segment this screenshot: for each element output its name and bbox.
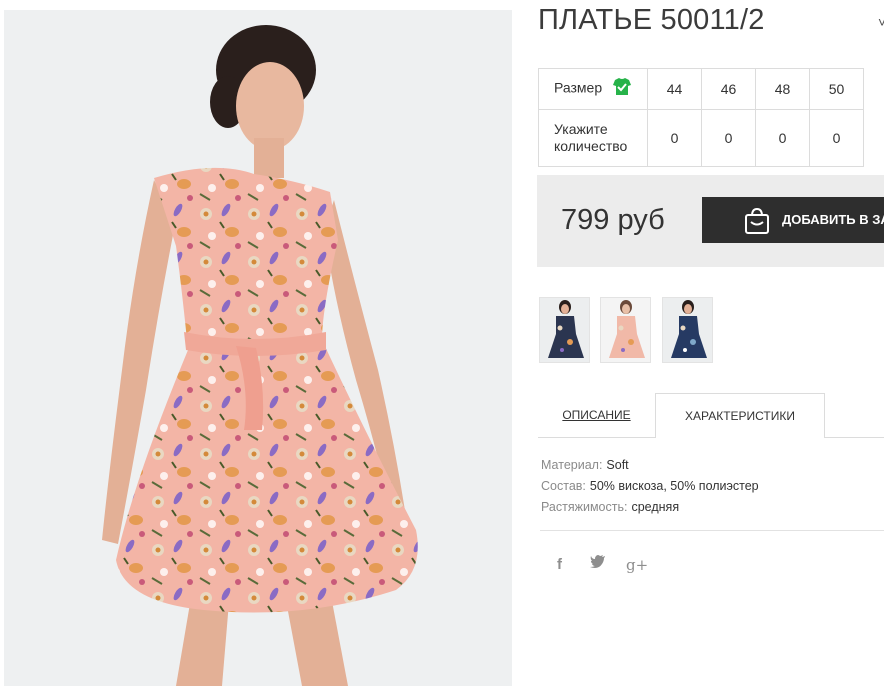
thumbnail-peach-floral[interactable] <box>600 297 651 363</box>
thumbnail-blue-floral[interactable] <box>662 297 713 363</box>
product-price: 799 руб <box>561 204 665 236</box>
characteristic-key: Состав: <box>541 479 586 493</box>
quantity-input[interactable]: 0 <box>701 109 756 167</box>
twitter-icon[interactable] <box>590 554 606 572</box>
quantity-input[interactable]: 0 <box>755 109 810 167</box>
quantity-input[interactable]: 0 <box>647 109 702 167</box>
section-divider <box>540 530 884 531</box>
quantity-input[interactable]: 0 <box>809 109 864 167</box>
size-value: 44 <box>647 68 702 110</box>
characteristics-list: Материал: Soft Состав: 50% вискоза, 50% по… <box>541 455 759 518</box>
size-value: 48 <box>755 68 810 110</box>
product-main-image[interactable] <box>4 10 512 686</box>
product-title: ПЛАТЬЕ 50011/2 <box>538 4 765 36</box>
characteristic-row: Материал: Soft <box>541 455 759 476</box>
add-to-cart-button[interactable]: ДОБАВИТЬ В ЗАКАЗ <box>702 197 884 243</box>
facebook-icon[interactable]: f <box>557 556 562 573</box>
size-quantity-table: Размер 44 46 48 50 Укажите количество 0 … <box>538 68 864 167</box>
chevron-down-icon[interactable]: ˅ <box>878 14 884 30</box>
quantity-label: Укажите количество <box>538 109 648 167</box>
characteristic-row: Состав: 50% вискоза, 50% полиэстер <box>541 476 759 497</box>
quantity-row: Укажите количество 0 0 0 0 <box>538 109 864 167</box>
characteristic-value: средняя <box>631 500 680 514</box>
characteristic-row: Растяжимость: средняя <box>541 497 759 518</box>
size-value: 46 <box>701 68 756 110</box>
product-tabs: ОПИСАНИЕ ХАРАКТЕРИСТИКИ <box>538 393 884 438</box>
characteristic-key: Растяжимость: <box>541 500 628 514</box>
size-label-cell: Размер <box>538 68 648 110</box>
tab-description[interactable]: ОПИСАНИЕ <box>538 393 655 438</box>
add-to-cart-label: ДОБАВИТЬ В ЗАКАЗ <box>782 212 884 227</box>
price-box: 799 руб ДОБАВИТЬ В ЗАКАЗ <box>537 175 884 267</box>
google-plus-icon[interactable]: g+ <box>626 556 648 574</box>
tab-characteristics[interactable]: ХАРАКТЕРИСТИКИ <box>655 393 825 438</box>
size-chart-icon[interactable] <box>612 78 632 100</box>
size-value: 50 <box>809 68 864 110</box>
characteristic-value: 50% вискоза, 50% полиэстер <box>589 479 759 493</box>
size-label: Размер <box>554 79 603 96</box>
size-row: Размер 44 46 48 50 <box>538 68 864 110</box>
characteristic-value: Soft <box>606 458 629 472</box>
characteristic-key: Материал: <box>541 458 603 472</box>
thumbnail-navy-floral[interactable] <box>539 297 590 363</box>
shopping-bag-icon <box>744 207 770 238</box>
